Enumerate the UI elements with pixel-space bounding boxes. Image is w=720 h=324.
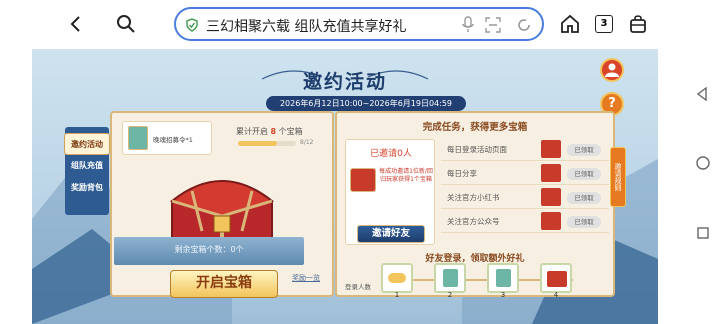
user-icon [605, 63, 619, 77]
tab-reward-bag[interactable]: 奖励背包 [64, 177, 110, 199]
login-step: 4 [553, 291, 559, 299]
browser-toolbar: 三幻相聚六载 组队充值共享好礼 3 [0, 0, 680, 48]
chest-icon [547, 271, 567, 287]
token-icon [443, 269, 458, 287]
progress-fill [238, 141, 277, 146]
progress-count: 8 [270, 127, 277, 136]
tabs-counter[interactable]: 3 [590, 10, 618, 38]
event-title: 邀约活动 [302, 71, 387, 93]
address-bar[interactable]: 三幻相聚六载 组队充值共享好礼 [174, 7, 544, 41]
task-status[interactable]: 已领取 [567, 168, 601, 180]
reward-preview-link[interactable]: 奖励一览 [292, 273, 320, 283]
gold-ingot-icon [388, 273, 406, 283]
task-status[interactable]: 已领取 [567, 144, 601, 156]
tab-team-recharge[interactable]: 组队充值 [64, 155, 110, 177]
login-header: 好友登录，领取额外好礼 [425, 254, 525, 264]
open-chest-button[interactable]: 开启宝箱 [170, 270, 278, 298]
invited-count: 已邀请0人 [370, 149, 412, 159]
task-reward-icon [541, 212, 561, 230]
task-header: 完成任务，获得更多宝箱 [422, 122, 528, 133]
side-tabs: 邀约活动 组队充值 奖励背包 [64, 133, 110, 199]
shield-check-icon [185, 17, 199, 36]
scan-icon[interactable] [485, 17, 501, 37]
search-icon[interactable] [112, 10, 140, 38]
event-date-range: 2026年6月12日10:00~2026年6月19日04:59 [266, 96, 466, 111]
rules-tab[interactable]: 邀请规则 [610, 147, 626, 207]
task-row: 关注官方公众号 已领取 [441, 211, 609, 233]
item-name: 晚魂招募令*1 [153, 136, 193, 144]
tab-invite-activity[interactable]: 邀约活动 [64, 133, 110, 155]
reload-icon[interactable] [516, 17, 532, 37]
login-step: 1 [394, 291, 400, 299]
login-reward-token[interactable] [487, 263, 519, 293]
home-circle-icon[interactable] [696, 155, 710, 174]
remaining-count: 剩余宝箱个数：0个 [114, 244, 304, 255]
progress-text: 8/12 [300, 139, 314, 146]
home-icon[interactable] [556, 10, 584, 38]
back-arrow-icon[interactable] [62, 10, 90, 38]
tab-count: 3 [595, 15, 613, 33]
login-step: 2 [447, 291, 453, 299]
task-reward-icon [541, 164, 561, 182]
task-label: 关注官方小红书 [447, 193, 500, 202]
progress-bar [238, 141, 296, 146]
recruit-token-icon [128, 126, 148, 150]
recents-square-icon[interactable] [697, 224, 709, 243]
login-count-label: 登录人数 [345, 283, 371, 291]
remaining-label: 剩余宝箱个数： [174, 245, 231, 254]
back-triangle-icon[interactable] [696, 86, 708, 105]
event-page: 邀约活动 2026年6月12日10:00~2026年6月19日04:59 ? 邀… [32, 49, 658, 324]
bag-icon[interactable] [624, 10, 652, 38]
task-row: 关注官方小红书 已领取 [441, 187, 609, 209]
small-chest-icon [350, 168, 376, 192]
task-label: 每日登录活动页面 [447, 145, 507, 154]
login-reward-gold[interactable] [381, 263, 413, 293]
login-step: 3 [500, 291, 506, 299]
task-row: 每日分享 已领取 [441, 163, 609, 185]
share-avatar-button[interactable] [600, 58, 624, 82]
microphone-icon[interactable] [461, 16, 475, 38]
item-card: 晚魂招募令*1 [122, 121, 212, 155]
task-row: 每日登录活动页面 已领取 [441, 139, 609, 161]
login-reward-token[interactable] [434, 263, 466, 293]
system-navigation [680, 0, 720, 324]
progress-unit: 个宝箱 [278, 127, 303, 136]
task-label: 每日分享 [447, 169, 477, 178]
invite-friends-button[interactable]: 邀请好友 [357, 225, 425, 243]
progress-label-text: 累计开启 [236, 127, 268, 136]
task-status[interactable]: 已领取 [567, 216, 601, 228]
task-reward-icon [541, 188, 561, 206]
login-reward-chest[interactable] [540, 263, 572, 293]
url-text: 三幻相聚六载 组队充值共享好礼 [206, 19, 407, 35]
remaining-value: 0个 [230, 245, 244, 254]
task-reward-icon [541, 140, 561, 158]
task-status[interactable]: 已领取 [567, 192, 601, 204]
invite-rule: 每成功邀请1位新/回归玩家获得1个宝箱 [379, 168, 433, 183]
task-label: 关注官方公众号 [447, 217, 500, 226]
task-panel: 完成任务，获得更多宝箱 已邀请0人 每成功邀请1位新/回归玩家获得1个宝箱 邀请… [335, 111, 615, 299]
progress-label: 累计开启 8 个宝箱 [236, 126, 303, 137]
chest-stage: 剩余宝箱个数：0个 [114, 237, 304, 265]
token-icon [496, 269, 511, 287]
